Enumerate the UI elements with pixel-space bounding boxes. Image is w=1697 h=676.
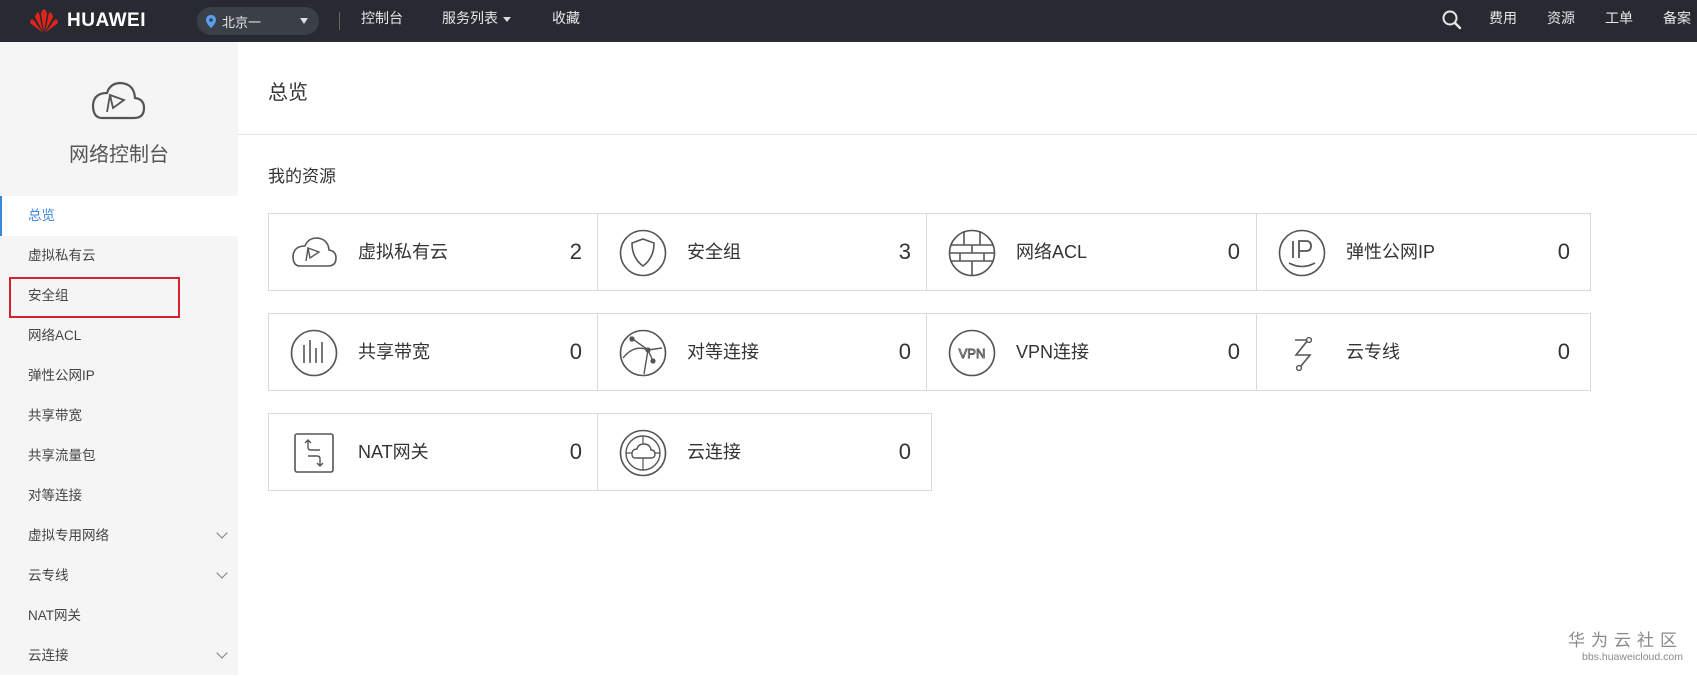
watermark-url: bbs.huaweicloud.com bbox=[1582, 651, 1683, 663]
huawei-flower-icon bbox=[30, 9, 58, 33]
vpn-icon: VPN bbox=[947, 328, 997, 378]
sidebar-item-vpn[interactable]: 虚拟专用网络 bbox=[0, 516, 238, 556]
sidebar-item-vpc-peering[interactable]: 对等连接 bbox=[0, 476, 238, 516]
ip-icon bbox=[1277, 228, 1327, 278]
sidebar-item-nat-gateway[interactable]: NAT网关 bbox=[0, 596, 238, 636]
sidebar-header: 网络控制台 bbox=[0, 42, 238, 196]
sidebar-title: 网络控制台 bbox=[69, 144, 169, 166]
sidebar-item-overview[interactable]: 总览 bbox=[0, 196, 238, 236]
resource-label: 云专线 bbox=[1346, 342, 1400, 362]
nav-divider bbox=[339, 12, 340, 30]
nav-service-list[interactable]: 服务列表 bbox=[442, 0, 511, 42]
nav-filing[interactable]: 备案 bbox=[1663, 0, 1691, 42]
resource-count: 0 bbox=[1227, 339, 1240, 364]
nav-resources[interactable]: 资源 bbox=[1547, 0, 1575, 42]
network-cloud-icon bbox=[88, 78, 148, 127]
resource-label: 安全组 bbox=[687, 242, 741, 262]
nav-console[interactable]: 控制台 bbox=[361, 0, 403, 42]
resource-label: 共享带宽 bbox=[358, 342, 430, 362]
shield-icon bbox=[618, 228, 668, 278]
chevron-down-icon bbox=[216, 647, 228, 659]
resource-card-security-group[interactable]: 安全组 3 bbox=[597, 213, 932, 291]
resource-card-shared-bandwidth[interactable]: 共享带宽 0 bbox=[268, 313, 603, 391]
huawei-logo[interactable]: HUAWEI bbox=[28, 4, 146, 38]
resource-card-vpc-peering[interactable]: 对等连接 0 bbox=[597, 313, 932, 391]
sidebar-item-direct-connect[interactable]: 云专线 bbox=[0, 556, 238, 596]
caret-down-icon bbox=[503, 16, 511, 22]
resource-card-network-acl[interactable]: 网络ACL 0 bbox=[926, 213, 1261, 291]
brand-name: HUAWEI bbox=[67, 10, 146, 31]
page-title: 总览 bbox=[268, 82, 308, 104]
resource-label: VPN连接 bbox=[1016, 342, 1090, 362]
resource-card-cloud-connect[interactable]: 云连接 0 bbox=[597, 413, 932, 491]
resource-count: 0 bbox=[898, 439, 911, 464]
sidebar-item-eip[interactable]: 弹性公网IP bbox=[0, 356, 238, 396]
resource-count: 0 bbox=[1557, 239, 1570, 264]
title-divider bbox=[238, 134, 1697, 135]
sidebar-item-shared-bandwidth[interactable]: 共享带宽 bbox=[0, 396, 238, 436]
resource-label: 对等连接 bbox=[687, 342, 759, 362]
resource-card-nat-gateway[interactable]: NAT网关 0 bbox=[268, 413, 603, 491]
sidebar-item-vpc[interactable]: 虚拟私有云 bbox=[0, 236, 238, 276]
sidebar-item-label: 虚拟专用网络 bbox=[28, 528, 109, 543]
watermark-title: 华为云社区 bbox=[1568, 631, 1683, 650]
nav-tickets[interactable]: 工单 bbox=[1605, 0, 1633, 42]
sidebar-item-cloud-connect[interactable]: 云连接 bbox=[0, 636, 238, 676]
nav-favorites[interactable]: 收藏 bbox=[552, 0, 580, 42]
cloud-connect-icon bbox=[618, 428, 668, 478]
resource-card-vpc[interactable]: 虚拟私有云 2 bbox=[268, 213, 603, 291]
nat-gateway-icon bbox=[289, 428, 339, 478]
chevron-down-icon bbox=[216, 527, 228, 539]
firewall-icon bbox=[947, 228, 997, 278]
main-content: 总览 我的资源 虚拟私有云 2 安全组 3 网络ACL 0 弹性公网IP 0 共… bbox=[238, 42, 1697, 675]
region-selector[interactable]: 北京一 bbox=[197, 7, 319, 35]
nav-billing[interactable]: 费用 bbox=[1489, 0, 1517, 42]
resource-label: 弹性公网IP bbox=[1346, 242, 1436, 262]
search-icon[interactable] bbox=[1441, 9, 1463, 31]
resource-label: 云连接 bbox=[687, 442, 741, 462]
resource-count: 0 bbox=[1557, 339, 1570, 364]
resource-count: 3 bbox=[898, 239, 911, 264]
community-watermark: 华为云社区 bbs.huaweicloud.com bbox=[1568, 626, 1683, 663]
resource-count: 0 bbox=[569, 339, 582, 364]
chevron-down-icon bbox=[216, 567, 228, 579]
location-pin-icon bbox=[206, 14, 216, 28]
sidebar-item-network-acl[interactable]: 网络ACL bbox=[0, 316, 238, 356]
svg-text:VPN: VPN bbox=[959, 346, 986, 361]
top-navigation-bar: HUAWEI 北京一 控制台 服务列表 收藏 费用 资源 工单 备案 bbox=[0, 0, 1697, 42]
resource-card-eip[interactable]: 弹性公网IP 0 bbox=[1256, 213, 1591, 291]
resource-count: 2 bbox=[569, 239, 582, 264]
bandwidth-icon bbox=[289, 328, 339, 378]
cloud-icon bbox=[289, 228, 339, 278]
chevron-down-icon bbox=[300, 18, 308, 24]
direct-connect-icon bbox=[1277, 328, 1327, 378]
region-name: 北京一 bbox=[222, 14, 262, 30]
resource-card-direct-connect[interactable]: 云专线 0 bbox=[1256, 313, 1591, 391]
sidebar-item-shared-data-package[interactable]: 共享流量包 bbox=[0, 436, 238, 476]
resource-count: 0 bbox=[1227, 239, 1240, 264]
resource-card-vpn[interactable]: VPN VPN连接 0 bbox=[926, 313, 1261, 391]
peering-icon bbox=[618, 328, 668, 378]
resource-label: NAT网关 bbox=[358, 442, 429, 462]
sidebar: 网络控制台 总览 虚拟私有云 安全组 网络ACL 弹性公网IP 共享带宽 共享流… bbox=[0, 42, 238, 675]
resource-label: 网络ACL bbox=[1016, 242, 1088, 262]
section-title: 我的资源 bbox=[268, 167, 336, 186]
sidebar-item-label: 云专线 bbox=[28, 568, 69, 583]
resource-count: 0 bbox=[898, 339, 911, 364]
highlight-box bbox=[9, 277, 180, 318]
resource-count: 0 bbox=[569, 439, 582, 464]
nav-service-list-label: 服务列表 bbox=[442, 10, 498, 26]
resource-label: 虚拟私有云 bbox=[358, 242, 448, 262]
sidebar-item-label: 云连接 bbox=[28, 648, 69, 663]
sidebar-menu: 总览 虚拟私有云 安全组 网络ACL 弹性公网IP 共享带宽 共享流量包 对等连… bbox=[0, 196, 238, 676]
